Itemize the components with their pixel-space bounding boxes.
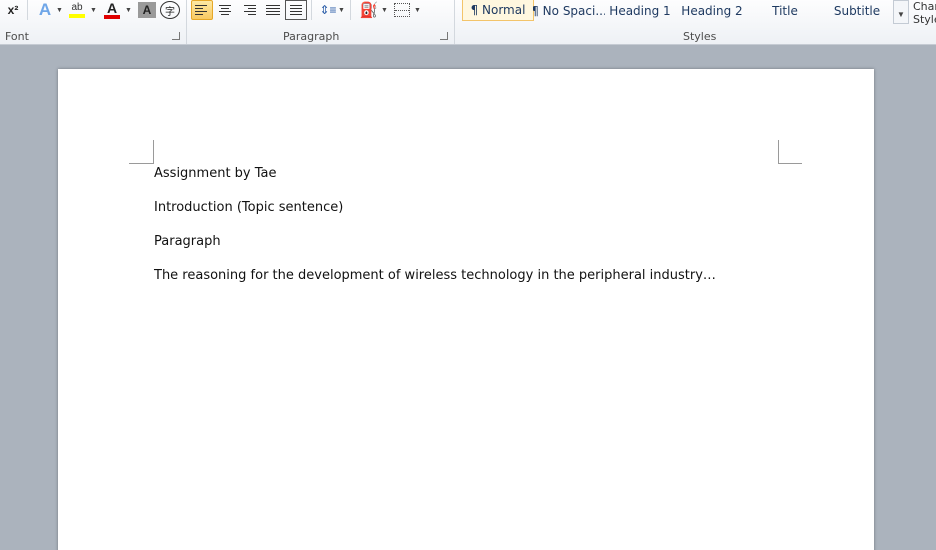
superscript-button[interactable]: x² [2, 0, 24, 20]
style-no-spacing[interactable]: ¶ No Spaci... [533, 0, 605, 21]
chevron-down-icon: ▼ [897, 10, 905, 19]
group-label-styles: Styles [683, 30, 717, 43]
text-effects-dropdown-icon[interactable]: ▼ [56, 7, 63, 14]
document-paragraph[interactable]: Assignment by Tae [154, 166, 277, 181]
style-normal[interactable]: ¶ Normal [462, 0, 534, 21]
ribbon: x² A ▼ ab ▼ A ▼ A 字 Font ⇕≡ ▼ ⛽ ▼ ▼ Para… [0, 0, 936, 45]
highlight-dropdown-icon[interactable]: ▼ [90, 7, 97, 14]
distributed-button[interactable] [285, 0, 307, 20]
borders-button[interactable] [394, 3, 410, 17]
align-left-button[interactable] [191, 0, 213, 20]
style-label: ¶ Normal [470, 3, 526, 17]
align-center-button[interactable] [214, 0, 236, 20]
highlight-button[interactable]: ab [66, 0, 88, 20]
change-styles-button[interactable]: Chan Style [913, 0, 936, 26]
highlight-color-bar [69, 13, 85, 18]
style-label: Title [772, 3, 798, 18]
justify-button[interactable] [262, 0, 284, 20]
align-right-button[interactable] [238, 0, 260, 20]
character-shading-button[interactable]: A [138, 2, 156, 18]
superscript-icon: x² [7, 3, 19, 17]
line-spacing-icon: ⇕≡ [319, 3, 337, 17]
highlight-icon: ab [71, 1, 83, 13]
divider [27, 0, 28, 20]
change-styles-label: Chan [913, 0, 936, 13]
paint-bucket-icon: ⛽ [359, 2, 379, 19]
styles-gallery-more-button[interactable]: ▼ [893, 0, 909, 24]
shading-button[interactable]: ⛽ [358, 0, 380, 20]
document-paragraph[interactable]: Paragraph [154, 234, 221, 249]
divider [311, 0, 312, 20]
font-color-button[interactable]: A [101, 0, 123, 20]
document-paragraph[interactable]: The reasoning for the development of wir… [154, 268, 716, 283]
style-label: Heading 1 [609, 3, 671, 18]
font-color-bar [104, 14, 120, 19]
group-divider [454, 0, 455, 44]
line-spacing-dropdown-icon[interactable]: ▼ [338, 7, 345, 14]
style-heading-2[interactable]: Heading 2 [676, 0, 748, 21]
group-label-paragraph: Paragraph [283, 30, 340, 43]
enclose-characters-icon: 字 [165, 6, 175, 18]
group-divider [186, 0, 187, 44]
style-heading-1[interactable]: Heading 1 [604, 0, 676, 21]
font-color-icon: A [106, 0, 118, 16]
style-label: Heading 2 [681, 3, 743, 18]
divider [350, 0, 351, 20]
text-effects-icon: A [38, 0, 52, 19]
font-dialog-launcher-icon[interactable] [172, 32, 180, 40]
font-color-dropdown-icon[interactable]: ▼ [125, 7, 132, 14]
borders-dropdown-icon[interactable]: ▼ [414, 7, 421, 14]
crop-mark-top-left [129, 140, 154, 164]
document-page[interactable]: Assignment by Tae Introduction (Topic se… [58, 69, 874, 550]
style-title[interactable]: Title [749, 0, 821, 21]
line-spacing-button[interactable]: ⇕≡ [318, 0, 338, 20]
style-subtitle[interactable]: Subtitle [821, 0, 893, 21]
character-shading-icon: A [142, 3, 152, 17]
style-label: ¶ No Spaci... [533, 3, 605, 18]
style-label: Subtitle [833, 3, 881, 18]
paragraph-dialog-launcher-icon[interactable] [440, 32, 448, 40]
enclose-characters-button[interactable]: 字 [160, 1, 180, 19]
shading-dropdown-icon[interactable]: ▼ [381, 7, 388, 14]
crop-mark-top-right [778, 140, 802, 164]
change-styles-label: Style [913, 13, 936, 26]
text-effects-button[interactable]: A [34, 0, 56, 20]
borders-icon [395, 9, 409, 11]
document-paragraph[interactable]: Introduction (Topic sentence) [154, 200, 343, 215]
group-label-font: Font [5, 30, 29, 43]
